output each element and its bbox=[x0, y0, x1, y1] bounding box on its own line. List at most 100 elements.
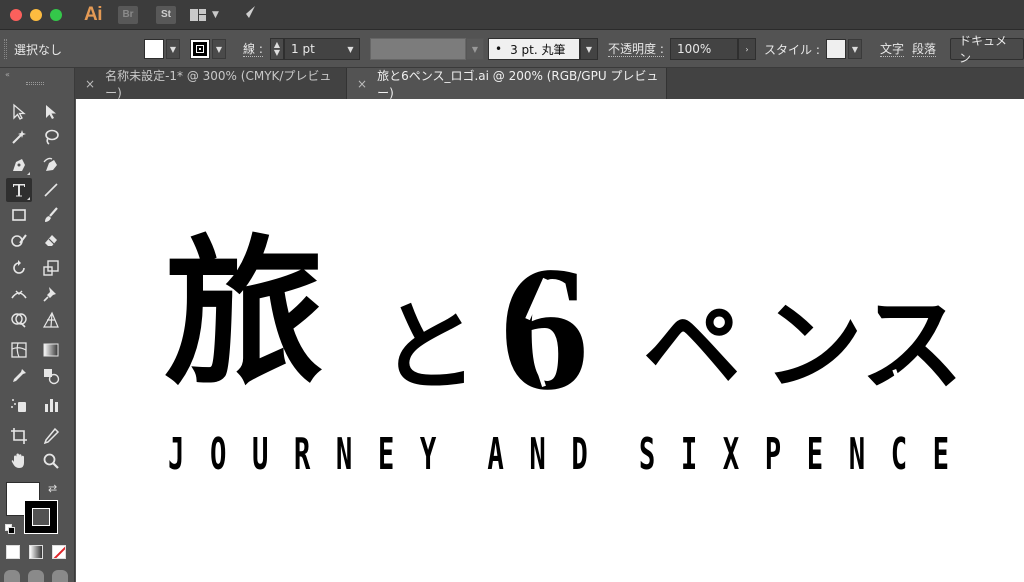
app-logo: Ai bbox=[84, 3, 103, 25]
graphic-style-dropdown[interactable]: ▼ bbox=[848, 39, 862, 59]
logo-char: 6 bbox=[500, 229, 589, 427]
blend-tool[interactable] bbox=[38, 364, 64, 388]
brush-dot-icon: • bbox=[495, 42, 503, 56]
stroke-label[interactable]: 線 : bbox=[243, 42, 263, 57]
tools-panel: « ⇄ bbox=[0, 68, 75, 582]
opacity-input[interactable]: 100% bbox=[670, 38, 738, 60]
hand-tool[interactable] bbox=[6, 449, 32, 473]
document-tab-bar: × 名称未設定-1* @ 300% (CMYK/プレビュー) × 旅と6ペンス_… bbox=[75, 68, 1024, 100]
document-setup-button[interactable]: ドキュメン bbox=[950, 34, 1024, 65]
panel-grip[interactable] bbox=[4, 39, 7, 59]
pen-nib-icon bbox=[13, 159, 25, 171]
eyedropper-tool[interactable] bbox=[6, 364, 32, 388]
stroke-color-swatch[interactable] bbox=[24, 500, 58, 534]
gradient-icon bbox=[43, 343, 59, 357]
close-tab-icon[interactable]: × bbox=[85, 77, 95, 91]
zoom-tool[interactable] bbox=[38, 449, 64, 473]
minimize-window-button[interactable] bbox=[30, 8, 42, 21]
close-window-button[interactable] bbox=[10, 8, 22, 21]
tools-panel-grip[interactable] bbox=[26, 82, 44, 85]
artboard-canvas[interactable]: 旅 と 6 ペ ン ス J O U R N E Y A N D S I X P … bbox=[76, 99, 1024, 582]
variable-width-dropdown[interactable]: ▼ bbox=[466, 38, 484, 60]
logo-char: 旅 bbox=[164, 219, 325, 407]
stroke-weight-stepper[interactable]: ▲ ▼ bbox=[270, 38, 284, 60]
lasso-tool[interactable] bbox=[38, 125, 64, 149]
brush-value: 3 pt. 丸筆 bbox=[510, 42, 566, 57]
logo-letter: N bbox=[529, 429, 546, 480]
direct-selection-tool[interactable] bbox=[38, 100, 64, 124]
draw-normal-icon[interactable] bbox=[4, 570, 20, 582]
selection-status: 選択なし bbox=[14, 42, 63, 57]
pen-tool[interactable] bbox=[6, 153, 32, 177]
shape-builder-icon bbox=[11, 313, 27, 328]
slice-tool[interactable] bbox=[38, 424, 64, 448]
default-fill-stroke-icon[interactable] bbox=[5, 524, 15, 534]
document-tab[interactable]: × 名称未設定-1* @ 300% (CMYK/プレビュー) bbox=[75, 68, 347, 100]
arrange-documents-button[interactable]: ▼ bbox=[190, 8, 219, 21]
perspective-grid-tool[interactable] bbox=[38, 308, 64, 332]
logo-letter: J bbox=[168, 429, 185, 480]
rotate-tool[interactable] bbox=[6, 256, 32, 280]
stock-button[interactable]: St bbox=[156, 5, 176, 24]
swap-fill-stroke-icon[interactable]: ⇄ bbox=[48, 482, 57, 495]
fill-dropdown-button[interactable]: ▼ bbox=[166, 39, 180, 59]
stroke-swatch[interactable] bbox=[190, 39, 210, 59]
bridge-button[interactable]: Br bbox=[118, 5, 138, 24]
rectangle-tool[interactable] bbox=[6, 203, 32, 227]
graphic-style-swatch[interactable] bbox=[826, 39, 846, 59]
close-tab-icon[interactable]: × bbox=[357, 77, 367, 91]
scale-tool[interactable] bbox=[38, 256, 64, 280]
puppet-warp-tool[interactable] bbox=[38, 282, 64, 306]
brush-definition-field[interactable]: • 3 pt. 丸筆 bbox=[488, 38, 580, 60]
artboard-tool[interactable] bbox=[6, 424, 32, 448]
column-graph-icon bbox=[45, 399, 58, 412]
selection-tool[interactable] bbox=[6, 100, 32, 124]
eyedropper-icon bbox=[13, 369, 26, 382]
paintbrush-tool[interactable] bbox=[38, 203, 64, 227]
color-mode-button[interactable] bbox=[6, 545, 20, 559]
stroke-weight-dropdown[interactable]: ▼ bbox=[342, 38, 360, 60]
logo-letter: N bbox=[848, 429, 866, 480]
character-panel-link[interactable]: 文字 bbox=[880, 42, 905, 57]
collapse-panel-button[interactable]: « bbox=[5, 70, 10, 79]
layout-grid-icon bbox=[190, 8, 206, 21]
width-tool[interactable] bbox=[6, 282, 32, 306]
mesh-tool[interactable] bbox=[6, 338, 32, 362]
document-tab-active[interactable]: × 旅と6ペンス_ロゴ.ai @ 200% (RGB/GPU プレビュー) bbox=[347, 68, 667, 100]
shaper-tool[interactable] bbox=[6, 228, 32, 252]
maximize-window-button[interactable] bbox=[50, 8, 62, 21]
draw-behind-icon[interactable] bbox=[28, 570, 44, 582]
shape-builder-tool[interactable] bbox=[6, 308, 32, 332]
magic-wand-tool[interactable] bbox=[6, 125, 32, 149]
brush-dropdown[interactable]: ▼ bbox=[580, 38, 598, 60]
logo-letter: I bbox=[680, 429, 698, 480]
logo-letter: A bbox=[487, 429, 504, 480]
variable-width-profile[interactable] bbox=[370, 38, 466, 60]
stroke-dropdown-button[interactable]: ▼ bbox=[212, 39, 226, 59]
opacity-slider-button[interactable]: › bbox=[738, 38, 756, 60]
logo-letter: X bbox=[722, 429, 740, 480]
control-bar: 選択なし ▼ ▼ 線 : ▲ ▼ 1 pt ▼ ▼ • 3 pt. 丸筆 ▼ 不透… bbox=[0, 30, 1024, 68]
line-segment-tool[interactable] bbox=[38, 178, 64, 202]
feather-send-icon[interactable] bbox=[237, 4, 257, 25]
curvature-tool[interactable] bbox=[38, 153, 64, 177]
column-graph-tool[interactable] bbox=[38, 393, 64, 417]
gradient-tool[interactable] bbox=[38, 338, 64, 362]
opacity-label[interactable]: 不透明度 : bbox=[608, 42, 664, 57]
none-mode-button[interactable] bbox=[52, 545, 66, 559]
gradient-mode-button[interactable] bbox=[29, 545, 43, 559]
stroke-weight-input[interactable]: 1 pt bbox=[284, 38, 342, 60]
shaper-icon bbox=[11, 234, 27, 247]
logo-char: ス bbox=[860, 283, 965, 406]
mesh-icon bbox=[11, 342, 27, 358]
fill-swatch[interactable] bbox=[144, 39, 164, 59]
paragraph-panel-link[interactable]: 段落 bbox=[912, 42, 937, 57]
window-controls bbox=[10, 8, 62, 21]
title-bar: Ai Br St ▼ bbox=[0, 0, 1024, 30]
draw-inside-icon[interactable] bbox=[52, 570, 68, 582]
type-tool[interactable] bbox=[6, 178, 32, 202]
draw-mode-row bbox=[4, 570, 68, 582]
width-tool-icon bbox=[11, 290, 27, 299]
eraser-tool[interactable] bbox=[38, 228, 64, 252]
symbol-sprayer-tool[interactable] bbox=[6, 393, 32, 417]
